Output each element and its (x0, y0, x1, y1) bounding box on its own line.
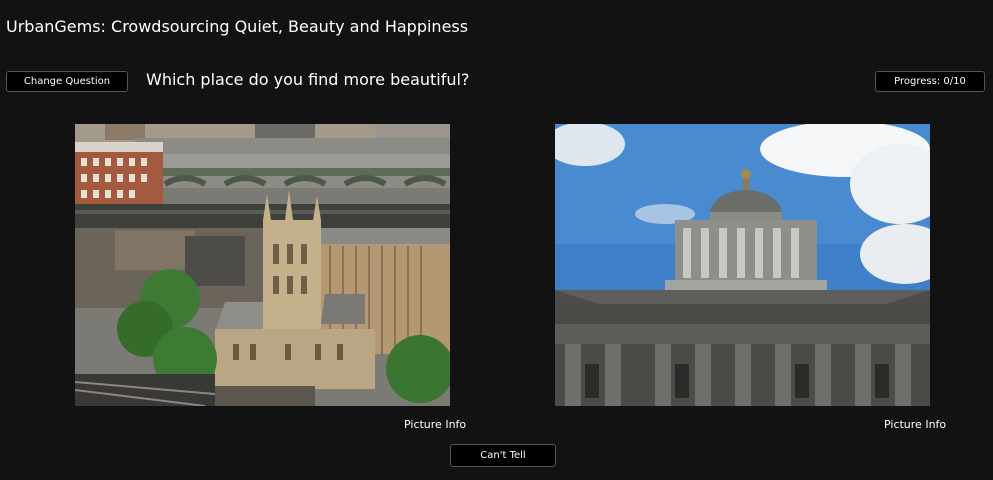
right-picture-info-link[interactable]: Picture Info (884, 418, 946, 431)
left-picture-info-link[interactable]: Picture Info (404, 418, 466, 431)
progress-button[interactable]: Progress: 0/10 (875, 71, 985, 92)
urbangems-page: UrbanGems: Crowdsourcing Quiet, Beauty a… (0, 0, 993, 480)
change-question-button[interactable]: Change Question (6, 71, 128, 92)
cant-tell-button[interactable]: Can't Tell (450, 444, 556, 467)
question-text: Which place do you find more beautiful? (146, 70, 470, 89)
right-place-photo[interactable] (555, 124, 930, 406)
right-photo-illustration (555, 124, 930, 406)
app-title: UrbanGems: Crowdsourcing Quiet, Beauty a… (6, 17, 469, 36)
left-photo-illustration (75, 124, 450, 406)
left-place-photo[interactable] (75, 124, 450, 406)
